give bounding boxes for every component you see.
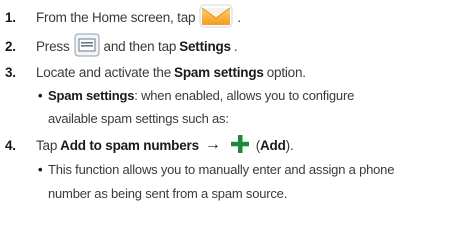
- email-app-icon: [199, 4, 233, 31]
- step-body: Press and then tap Settings .: [36, 33, 238, 60]
- menu-key-icon: [74, 33, 100, 60]
- step-text-end: option.: [266, 64, 306, 80]
- step-number: 1.: [5, 9, 16, 25]
- add-label: Add: [260, 137, 286, 153]
- step-text: Tap: [36, 137, 58, 153]
- paren-close: ).: [285, 137, 294, 153]
- instruction-page: { "steps": [ { "number": "1.", "text_bef…: [0, 0, 471, 244]
- bullet-bold: Spam settings: [48, 88, 135, 103]
- bullet-dot: •: [38, 162, 43, 177]
- bullet-text: number as being sent from a spam source.: [48, 186, 288, 201]
- step-number: 3.: [5, 64, 16, 80]
- step-body: From the Home screen, tap .: [36, 4, 241, 31]
- step-body: Tap Add to spam numbers → (Add).: [36, 132, 294, 159]
- bullet-item: • This function allows you to manually e…: [38, 162, 395, 177]
- settings-label: Settings: [179, 38, 231, 54]
- bullet-text: available spam settings such as:: [48, 111, 229, 126]
- step-text-end: .: [233, 38, 238, 54]
- arrow: →: [204, 136, 221, 153]
- bullet-item-continuation: available spam settings such as:: [48, 111, 229, 126]
- step-text-middle: and then tap: [103, 38, 177, 54]
- bullet-dot: •: [38, 88, 43, 103]
- add-icon: [228, 132, 252, 159]
- step-text-end: .: [237, 9, 241, 25]
- spam-settings-label: Spam settings: [174, 64, 264, 80]
- bullet-item-continuation: number as being sent from a spam source.: [48, 186, 287, 201]
- step-number: 4.: [5, 137, 16, 153]
- step-number: 2.: [5, 38, 16, 54]
- add-to-spam-numbers-label: Add to spam numbers: [60, 137, 199, 153]
- step-text: From the Home screen, tap: [36, 9, 196, 25]
- bullet-text: This function allows you to manually ent…: [48, 162, 395, 177]
- step-text: Locate and activate the: [36, 64, 172, 80]
- bullet-item: • Spam settings: when enabled, allows yo…: [38, 88, 355, 103]
- step-body: Locate and activate the Spam settings op…: [36, 65, 306, 80]
- bullet-text: : when enabled, allows you to configure: [134, 88, 355, 103]
- step-text: Press: [36, 38, 70, 54]
